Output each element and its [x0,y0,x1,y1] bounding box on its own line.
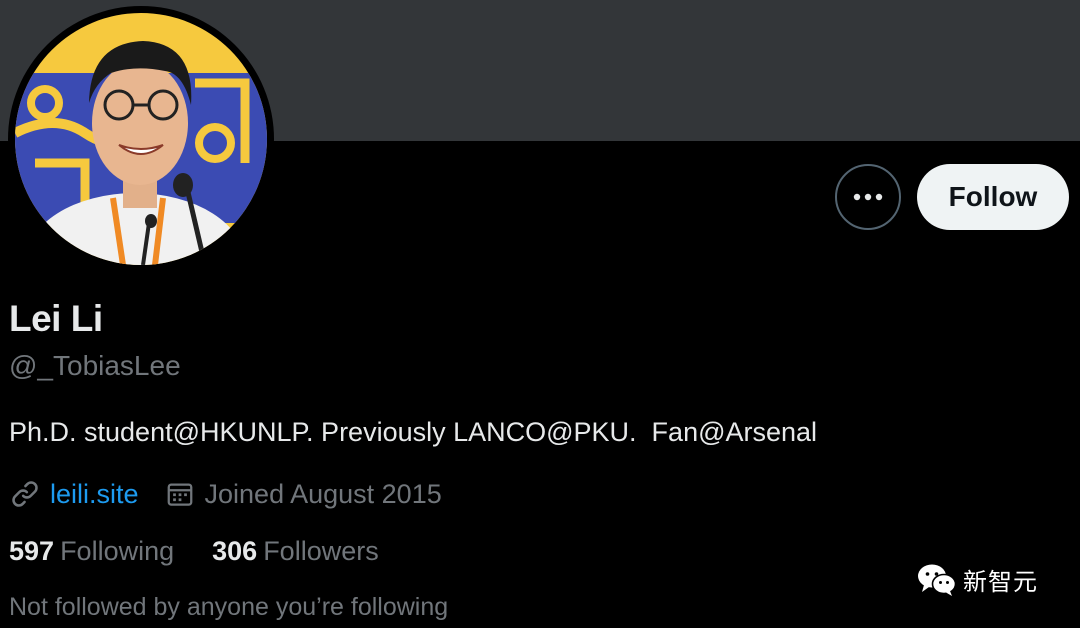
avatar-photo [15,13,267,265]
following-stat[interactable]: 597 Following [9,536,174,567]
follow-button[interactable]: Follow [917,164,1069,230]
more-options-button[interactable] [835,164,901,230]
link-icon [12,481,38,507]
following-label: Following [60,536,175,566]
joined-item: Joined August 2015 [165,479,442,510]
profile-handle: @_TobiasLee [9,350,181,381]
profile-name: Lei Li [9,298,103,339]
followers-label: Followers [263,536,379,566]
followers-stat[interactable]: 306 Followers [212,536,379,567]
profile-bio: Ph.D. student@HKUNLP. Previously LANCO@P… [9,417,818,447]
wechat-icon [918,564,957,596]
followed-by-note: Not followed by anyone you’re following [9,593,449,621]
more-horizontal-icon [853,193,883,201]
website-item: leili.site [9,478,139,510]
website-link[interactable]: leili.site [50,479,139,510]
profile-stats: 597 Following 306 Followers [9,536,379,567]
profile-meta: leili.site Joined August 2015 [9,476,442,512]
followers-count: 306 [212,536,258,566]
following-count: 597 [9,536,55,566]
watermark-text: 新智元 [963,568,1038,596]
watermark: 新智元 [917,562,1038,597]
joined-date: Joined August 2015 [204,478,442,509]
calendar-icon [167,483,192,506]
profile-avatar[interactable] [8,6,274,272]
